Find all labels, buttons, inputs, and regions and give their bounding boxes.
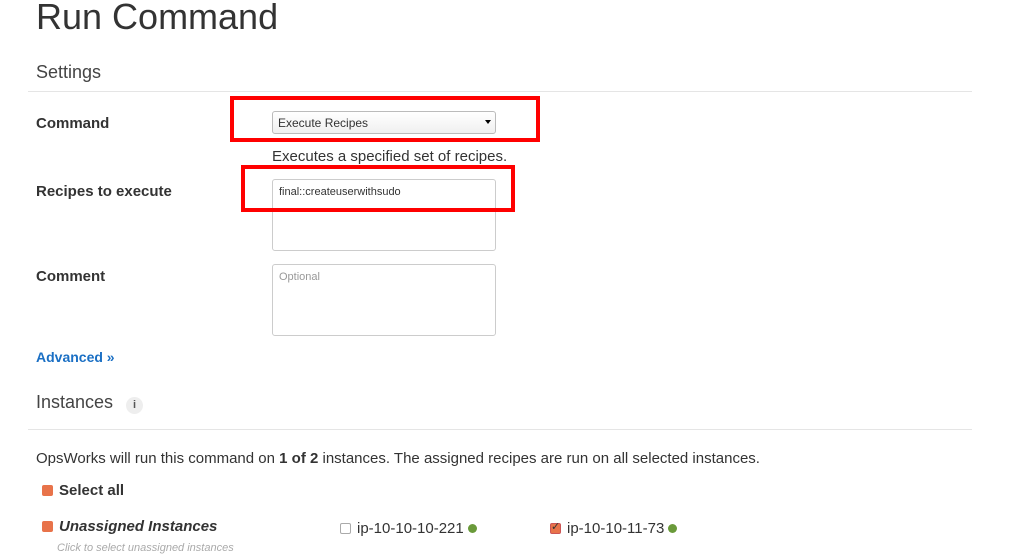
highlight-box [230, 96, 540, 142]
unassigned-group-checkbox[interactable]: Unassigned Instances [42, 518, 217, 535]
checkbox-icon[interactable] [340, 523, 351, 534]
advanced-link[interactable]: Advanced » [36, 349, 115, 365]
checkbox-checked-icon[interactable] [550, 520, 561, 534]
divider [28, 91, 972, 92]
highlight-box [241, 165, 515, 212]
command-label: Command [36, 115, 110, 132]
group-hint: Click to select unassigned instances [57, 542, 234, 554]
recipes-label: Recipes to execute [36, 183, 172, 200]
checkbox-icon [42, 521, 53, 532]
divider [28, 429, 972, 430]
info-icon[interactable]: i [126, 397, 143, 414]
comment-input[interactable]: Optional [272, 264, 496, 336]
page-title: Run Command [36, 0, 279, 37]
checkbox-icon [42, 485, 53, 496]
instance-item[interactable]: ip-10-10-10-221 [340, 520, 477, 537]
status-online-icon [467, 524, 477, 533]
command-help: Executes a specified set of recipes. [272, 148, 508, 165]
settings-heading: Settings [36, 62, 102, 82]
status-online-icon [668, 524, 678, 533]
select-all-checkbox[interactable]: Select all [42, 482, 124, 499]
instances-summary: OpsWorks will run this command on 1 of 2… [36, 450, 760, 467]
comment-label: Comment [36, 268, 106, 285]
instance-item[interactable]: ip-10-10-11-73 [550, 520, 678, 537]
instances-heading: Instances [36, 392, 114, 412]
